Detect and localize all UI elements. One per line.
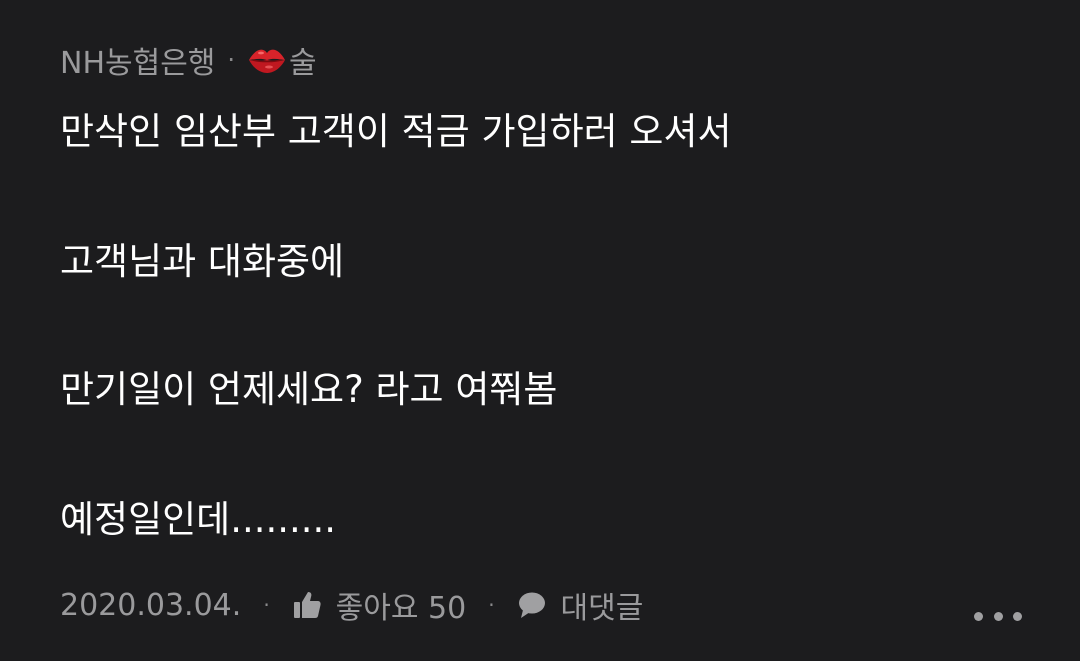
footer-separator: ·	[263, 593, 270, 617]
post-line-4: 예정일인데.........	[60, 498, 337, 541]
post-date: 2020.03.04.	[60, 587, 242, 623]
more-horizontal-icon	[974, 611, 983, 621]
post-header: NH농협은행 · 술	[60, 36, 317, 84]
post-footer: 2020.03.04. · 좋아요 50 · 대댓글	[60, 580, 643, 630]
header-separator: ·	[227, 46, 236, 74]
post-line-2: 고객님과 대화중에	[60, 240, 345, 283]
more-options-button[interactable]	[974, 604, 1022, 628]
tag-label[interactable]: 술	[289, 38, 317, 82]
comment-icon	[518, 592, 545, 618]
post-line-1: 만삭인 임산부 고객이 적금 가입하러 오셔서	[60, 110, 732, 153]
author-name[interactable]: NH농협은행	[60, 38, 215, 82]
lips-icon	[249, 49, 286, 73]
like-button[interactable]: 좋아요 50	[292, 583, 467, 627]
more-horizontal-icon	[1013, 611, 1022, 621]
post-line-3: 만기일이 언제세요? 라고 여쭤봄	[60, 368, 558, 411]
like-label: 좋아요 50	[335, 591, 467, 626]
reply-button[interactable]: 대댓글	[517, 583, 644, 627]
reply-label: 대댓글	[560, 591, 644, 626]
footer-separator: ·	[488, 593, 495, 617]
more-horizontal-icon	[993, 611, 1003, 621]
thumbs-up-icon	[293, 592, 321, 618]
